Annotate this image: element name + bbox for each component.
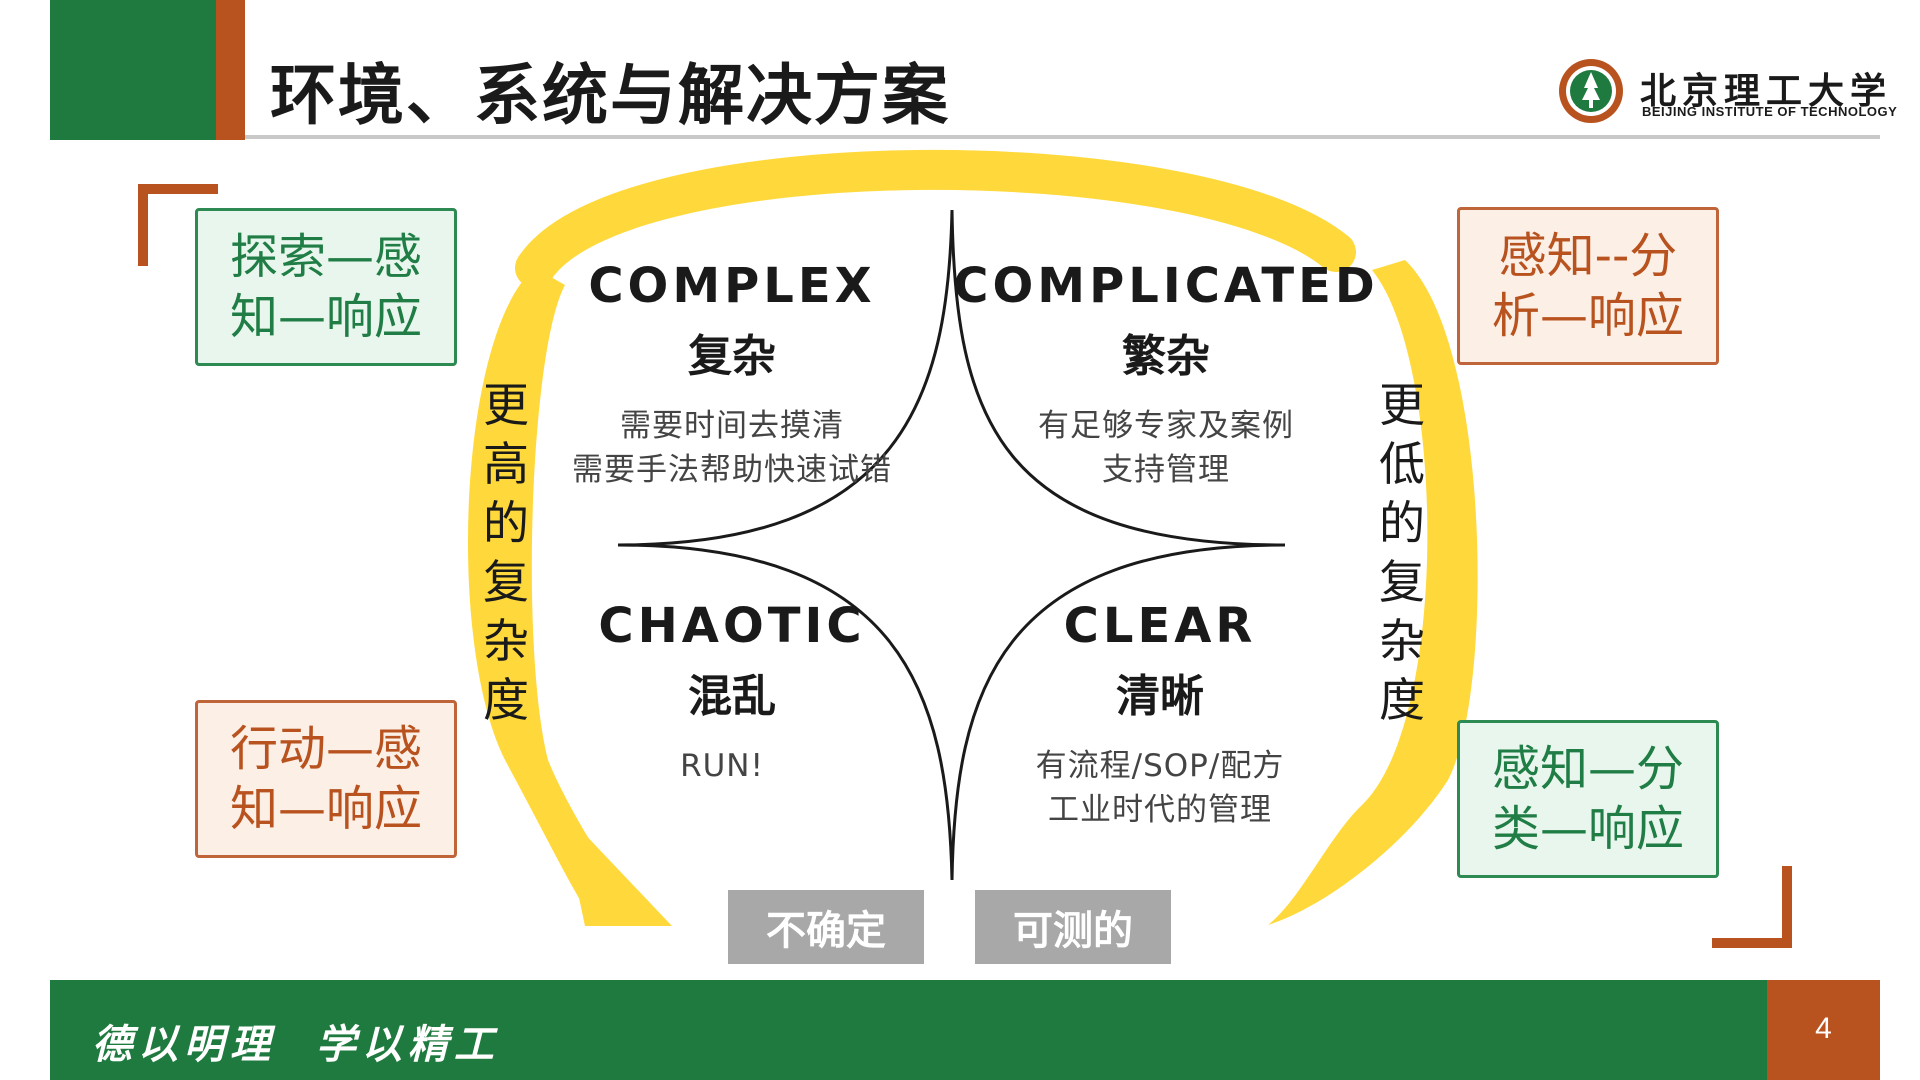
complex-title-cn: 复杂 [688,331,776,382]
sense-analyze-respond-box: 感知--分 析—响应 [1457,207,1719,365]
cynefin-diagram [467,149,1478,926]
act-sense-respond-box: 行动—感 知—响应 [195,700,457,858]
page-number: 4 [1815,1012,1832,1045]
lower-complexity-label: 更低的复杂度 [1379,378,1425,727]
university-motto: 德以明理 学以精工 [92,1021,500,1068]
arc-arrow-head [560,808,672,926]
complicated-title-en: COMPLICATED [953,258,1379,314]
measurable-tag: 可测的 [975,890,1171,964]
complex-title-en: COMPLEX [588,258,876,314]
probe-sense-respond-box: 探索—感 知—响应 [195,208,457,366]
boundary-bottom-left [617,543,954,881]
higher-complexity-label: 更高的复杂度 [483,378,529,727]
sense-categorize-respond-box: 感知—分 类—响应 [1457,720,1719,878]
chaotic-description: RUN! [680,748,764,784]
chaotic-title-en: CHAOTIC [598,598,866,654]
uncertain-tag: 不确定 [728,890,924,964]
clear-title-cn: 清晰 [1116,671,1204,722]
chaotic-title-cn: 混乱 [688,671,776,722]
complexity-arc [515,149,1356,288]
clear-title-en: CLEAR [1063,598,1257,654]
complicated-description: 有足够专家及案例 支持管理 [1038,408,1294,488]
complex-description: 需要时间去摸清 需要手法帮助快速试错 [572,408,892,488]
clear-description: 有流程/SOP/配方 工业时代的管理 [1035,748,1285,828]
complicated-title-cn: 繁杂 [1122,331,1210,382]
